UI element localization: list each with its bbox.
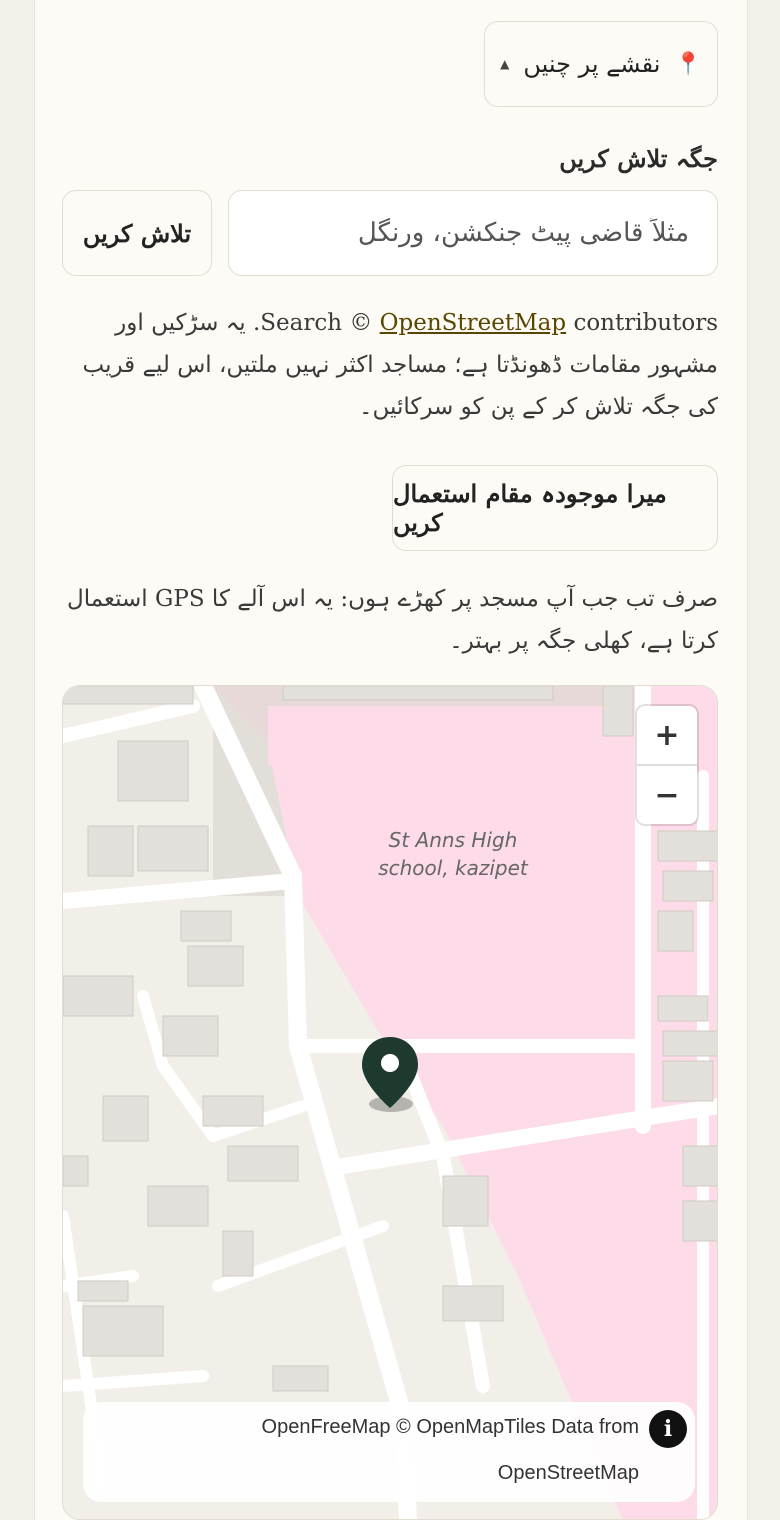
zoom-controls: + − — [637, 706, 697, 824]
map-view[interactable]: St Anns High school, kazipet + − OpenFre… — [62, 685, 718, 1520]
search-heading: جگہ تلاش کریں — [559, 144, 718, 173]
attribution-line-1[interactable]: OpenFreeMap © OpenMapTiles Data from — [262, 1416, 639, 1439]
search-note: Search © OpenStreetMap contributors. یہ … — [62, 302, 719, 428]
school-map-label: St Anns High school, kazipet — [378, 828, 528, 880]
zoom-out-button[interactable]: − — [637, 766, 697, 824]
pick-on-map-label: نقشے پر چنیں — [523, 50, 661, 78]
search-note-prefix: Search © — [260, 310, 373, 336]
use-current-location-button[interactable]: میرا موجودہ مقام استعمال کریں — [392, 465, 718, 551]
search-input[interactable] — [228, 190, 718, 276]
pick-on-map-button[interactable]: ▲ نقشے پر چنیں 📍 — [484, 21, 718, 107]
search-button[interactable]: تلاش کریں — [62, 190, 212, 276]
attribution-line-2[interactable]: OpenStreetMap — [498, 1462, 639, 1485]
info-icon[interactable]: i — [649, 1410, 687, 1448]
openstreetmap-link[interactable]: OpenStreetMap — [380, 310, 566, 336]
location-note: صرف تب جب آپ مسجد پر کھڑے ہوں: یہ اس آلے… — [66, 586, 718, 654]
map-attribution: OpenFreeMap © OpenMapTiles Data from Ope… — [83, 1402, 695, 1502]
map-pin-icon: 📍 — [674, 51, 702, 77]
map-tiles[interactable] — [63, 686, 718, 1520]
caret-up-icon: ▲ — [500, 57, 510, 71]
zoom-in-button[interactable]: + — [637, 706, 697, 764]
